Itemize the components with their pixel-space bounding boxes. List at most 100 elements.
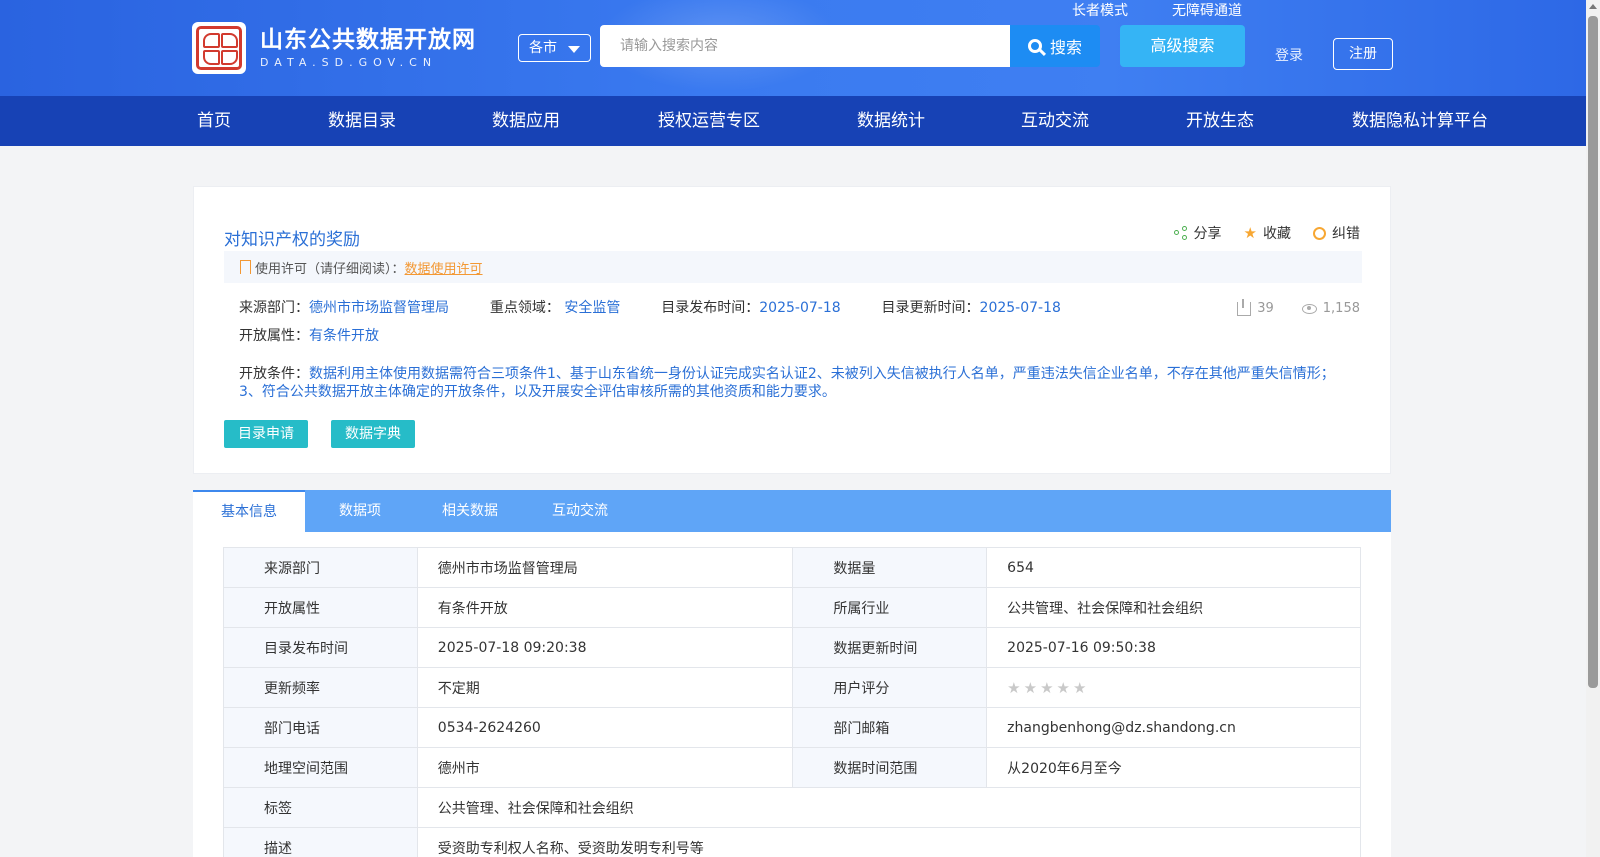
table-row: 开放属性 有条件开放 所属行业 公共管理、社会保障和社会组织 — [223, 587, 1361, 628]
login-link[interactable]: 登录 — [1275, 45, 1303, 65]
city-select[interactable]: 各市 — [518, 34, 591, 62]
nav-data-catalog[interactable]: 数据目录 — [328, 96, 396, 146]
top-links: 长者模式 无障碍通道 — [1072, 0, 1242, 20]
table-row: 来源部门 德州市市场监督管理局 数据量 654 — [223, 547, 1361, 588]
table-value: 有条件开放 — [416, 587, 794, 628]
scroll-up-icon[interactable] — [1589, 4, 1597, 9]
nav-data-apps[interactable]: 数据应用 — [492, 96, 560, 146]
site-logo[interactable]: 山东公共数据开放网 DATA.SD.GOV.CN — [192, 22, 476, 74]
bookmark-icon — [240, 260, 251, 274]
tab-basic-info[interactable]: 基本信息 — [193, 490, 305, 532]
table-value: zhangbenhong@dz.shandong.cn — [986, 707, 1361, 748]
domain-label: 重点领域： — [489, 300, 560, 316]
table-value: 不定期 — [416, 667, 794, 708]
site-title: 山东公共数据开放网 — [260, 27, 476, 53]
report-error-label: 纠错 — [1332, 226, 1360, 242]
view-count: 1,158 — [1301, 301, 1360, 316]
rating-stars-icon: ★★★★★ — [1007, 678, 1090, 697]
nav-interaction[interactable]: 互动交流 — [1021, 96, 1089, 146]
publish-label: 目录发布时间： — [661, 300, 760, 316]
page-scrollbar[interactable] — [1586, 0, 1600, 857]
detail-tabs: 基本信息 数据项 相关数据 互动交流 — [193, 490, 1391, 532]
share-button[interactable]: 分享 — [1173, 223, 1222, 243]
city-select-value: 各市 — [529, 40, 557, 56]
table-label: 描述 — [223, 827, 418, 857]
publish-value: 2025-07-18 — [759, 300, 841, 316]
basic-info-table: 来源部门 德州市市场监督管理局 数据量 654 开放属性 有条件开放 所属行业 … — [223, 547, 1362, 857]
table-value: 受资助专利权人名称、受资助发明专利号等 — [416, 827, 1362, 857]
table-label: 部门邮箱 — [792, 707, 988, 748]
table-row: 目录发布时间 2025-07-18 09:20:38 数据更新时间 2025-0… — [223, 627, 1361, 668]
update-value: 2025-07-18 — [979, 300, 1061, 316]
condition-value: 数据利用主体使用数据需符合三项条件1、基于山东省统一身份认证完成实名认证2、未被… — [239, 366, 1335, 400]
table-value: 德州市 — [416, 747, 794, 788]
source-value[interactable]: 德州市市场监督管理局 — [309, 300, 449, 316]
dataset-actions: 分享 ★ 收藏 纠错 — [1173, 223, 1360, 243]
favorite-label: 收藏 — [1263, 226, 1291, 242]
catalog-apply-button[interactable]: 目录申请 — [224, 420, 308, 448]
eye-icon — [1301, 303, 1317, 314]
nav-authorized-ops[interactable]: 授权运营专区 — [658, 96, 760, 146]
table-row: 部门电话 0534-2624260 部门邮箱 zhangbenhong@dz.s… — [223, 707, 1361, 748]
table-value: 从2020年6月至今 — [986, 747, 1361, 788]
condition-label: 开放条件： — [239, 366, 309, 382]
nav-privacy-computing[interactable]: 数据隐私计算平台 — [1352, 96, 1488, 146]
site-header: 山东公共数据开放网 DATA.SD.GOV.CN 长者模式 无障碍通道 各市 搜… — [0, 0, 1586, 96]
search-button[interactable]: 搜索 — [1010, 25, 1100, 67]
table-row: 地理空间范围 德州市 数据时间范围 从2020年6月至今 — [223, 747, 1361, 788]
elder-mode-link[interactable]: 长者模式 — [1072, 0, 1128, 20]
table-label: 所属行业 — [792, 587, 988, 628]
search-icon — [1027, 39, 1042, 53]
dataset-title: 对知识产权的奖励 — [224, 230, 360, 250]
table-value: 0534-2624260 — [416, 707, 794, 748]
tab-related-data[interactable]: 相关数据 — [415, 490, 525, 532]
table-label: 地理空间范围 — [223, 747, 418, 788]
nav-data-stats[interactable]: 数据统计 — [857, 96, 925, 146]
table-label: 目录发布时间 — [223, 627, 418, 668]
table-row: 描述 受资助专利权人名称、受资助发明专利号等 — [223, 827, 1362, 857]
accessibility-link[interactable]: 无障碍通道 — [1172, 0, 1242, 20]
open-attr-label: 开放属性： — [239, 328, 309, 344]
user-rating[interactable]: ★★★★★ — [986, 667, 1361, 708]
table-label: 来源部门 — [223, 547, 418, 588]
tab-data-items[interactable]: 数据项 — [305, 490, 415, 532]
advanced-search-button[interactable]: 高级搜索 — [1120, 25, 1245, 67]
table-label: 开放属性 — [223, 587, 418, 628]
table-value: 公共管理、社会保障和社会组织 — [416, 787, 1362, 828]
license-label: 使用许可（请仔细阅读）： — [255, 261, 405, 277]
table-value: 2025-07-18 09:20:38 — [416, 627, 794, 668]
report-error-button[interactable]: 纠错 — [1313, 223, 1360, 243]
register-button[interactable]: 注册 — [1333, 38, 1393, 70]
table-label: 更新频率 — [223, 667, 418, 708]
tab-interaction[interactable]: 互动交流 — [525, 490, 635, 532]
search-input[interactable] — [600, 25, 1011, 67]
open-attr-value: 有条件开放 — [309, 328, 379, 344]
data-dictionary-button[interactable]: 数据字典 — [331, 420, 415, 448]
star-icon: ★ — [1243, 224, 1257, 242]
table-value: 654 — [986, 547, 1361, 588]
table-value: 2025-07-16 09:50:38 — [986, 627, 1361, 668]
basic-info-panel: 来源部门 德州市市场监督管理局 数据量 654 开放属性 有条件开放 所属行业 … — [193, 532, 1391, 857]
nav-home[interactable]: 首页 — [197, 96, 231, 146]
download-count: 39 — [1237, 298, 1274, 316]
share-icon — [1173, 226, 1188, 240]
search-button-label: 搜索 — [1049, 38, 1082, 57]
license-link[interactable]: 数据使用许可 — [405, 258, 483, 277]
domain-value[interactable]: 安全监管 — [564, 300, 620, 316]
error-report-icon — [1313, 226, 1326, 240]
favorite-button[interactable]: ★ 收藏 — [1244, 223, 1291, 243]
table-value: 德州市市场监督管理局 — [416, 547, 794, 588]
site-domain: DATA.SD.GOV.CN — [260, 56, 438, 69]
share-label: 分享 — [1193, 226, 1222, 242]
seal-logo-icon — [192, 22, 246, 74]
nav-open-ecosystem[interactable]: 开放生态 — [1186, 96, 1254, 146]
meta-row-primary: 来源部门：德州市市场监督管理局 重点领域： 安全监管 目录发布时间：2025-0… — [239, 297, 1061, 317]
table-label: 标签 — [223, 787, 418, 828]
scroll-thumb[interactable] — [1588, 16, 1598, 688]
main-nav: 首页 数据目录 数据应用 授权运营专区 数据统计 互动交流 开放生态 数据隐私计… — [0, 96, 1586, 146]
table-row: 更新频率 不定期 用户评分 ★★★★★ — [223, 667, 1361, 708]
dataset-stats: 39 1,158 — [1237, 298, 1360, 316]
table-label: 数据时间范围 — [792, 747, 988, 788]
download-icon — [1237, 298, 1252, 316]
dataset-detail-card: 对知识产权的奖励 分享 ★ 收藏 纠错 使用许可（请仔细阅读）： 数据使用许可 … — [193, 186, 1391, 474]
